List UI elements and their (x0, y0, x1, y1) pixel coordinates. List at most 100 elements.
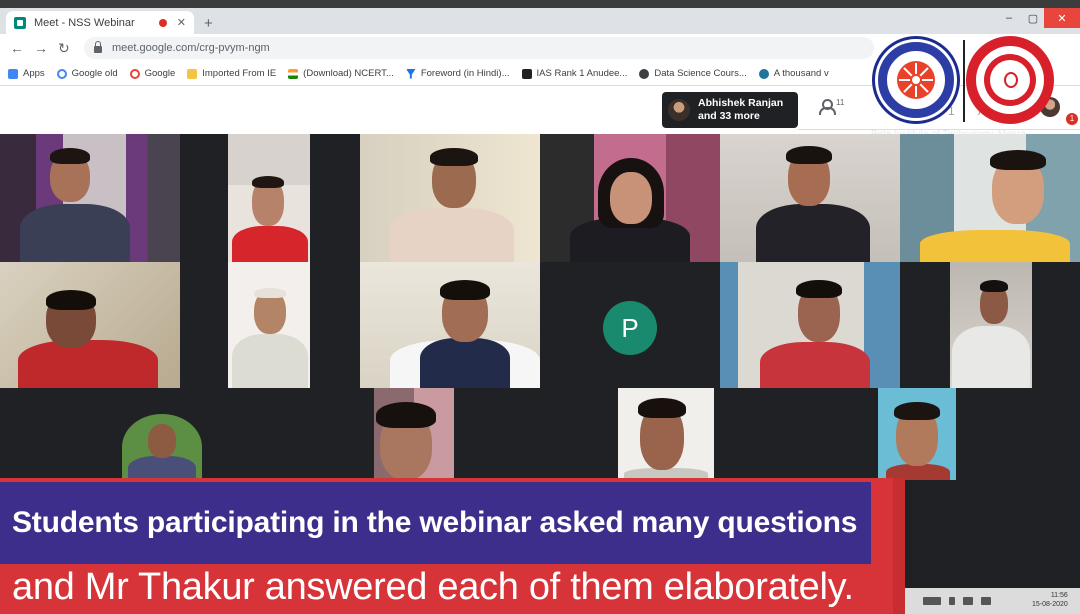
participant-hair (252, 176, 284, 188)
back-button[interactable]: ← (10, 40, 24, 56)
title-strip (0, 0, 1080, 8)
video-tile[interactable] (878, 388, 956, 480)
people-count: 11 (836, 98, 845, 107)
clock-date: 15-08-2020 (1032, 601, 1068, 608)
forward-button[interactable]: → (34, 40, 48, 56)
video-tile[interactable] (618, 388, 714, 480)
close-window-button[interactable]: ✕ (1044, 8, 1080, 28)
india-flag-icon (288, 68, 299, 79)
people-icon[interactable] (818, 99, 836, 115)
video-tile[interactable] (360, 262, 540, 388)
participant-body (232, 334, 308, 388)
volume-icon[interactable] (981, 597, 991, 605)
participant-hair (786, 146, 832, 164)
address-bar[interactable]: meet.google.com/crg-pvym-ngm (84, 37, 874, 59)
bookmark-google[interactable]: Google (129, 68, 176, 79)
bookmark-label: IAS Rank 1 Anudee... (536, 68, 628, 79)
apps-grid-icon (8, 68, 18, 79)
tab-meet[interactable]: Meet - NSS Webinar ✕ (6, 11, 194, 34)
participant-body (390, 208, 514, 262)
reload-button[interactable]: ↻ (58, 40, 70, 56)
participant-vest (420, 338, 510, 388)
new-tab-button[interactable]: + (204, 16, 213, 31)
bookmark-label: Google old (71, 68, 118, 79)
folder-icon (187, 68, 198, 79)
bookmark-label: Data Science Cours... (654, 68, 747, 79)
video-tile[interactable] (228, 134, 310, 262)
video-tile[interactable] (720, 134, 900, 262)
bookmark-foreword[interactable]: Foreword (in Hindi)... (405, 68, 510, 79)
nss-hub (910, 74, 922, 86)
bit-emblem (990, 60, 1030, 100)
tab-close-icon[interactable]: ✕ (177, 16, 186, 29)
bookmark-label: Apps (23, 68, 45, 79)
atom-icon (1004, 72, 1018, 88)
participant-avatar (668, 99, 690, 121)
bookmark-apps[interactable]: Apps (8, 68, 45, 79)
nss-logo (872, 36, 960, 124)
notification-badge: 1 (1066, 113, 1078, 125)
video-tile[interactable] (0, 134, 180, 262)
bookmark-label: (Download) NCERT... (303, 68, 394, 79)
participant-body (128, 456, 196, 480)
lock-icon (94, 41, 102, 53)
video-tile[interactable] (360, 134, 540, 262)
funnel-icon (405, 68, 416, 79)
bookmark-label: Foreword (in Hindi)... (420, 68, 510, 79)
video-tile[interactable] (374, 388, 454, 480)
bookmark-label: Imported From IE (202, 68, 277, 79)
participant-hair (254, 288, 286, 298)
participant-hair (990, 150, 1046, 170)
participant-hair (796, 280, 842, 298)
caption-banner-edge (893, 478, 905, 614)
participant-body (760, 342, 870, 388)
video-tile-avatar[interactable] (122, 414, 202, 480)
video-tile[interactable] (540, 134, 720, 262)
globe-icon (639, 68, 650, 79)
participant-hair (46, 290, 96, 310)
participant-hair (638, 398, 686, 418)
pill-more: and 33 more (698, 110, 760, 122)
participant-hair (894, 402, 940, 420)
video-tile[interactable] (900, 134, 1080, 262)
meet-screenshot: Meet - NSS Webinar ✕ + – ▢ ✕ ← → ↻ meet.… (0, 0, 1080, 614)
bookmark-ias[interactable]: IAS Rank 1 Anudee... (521, 68, 628, 79)
video-tile[interactable] (950, 262, 1032, 388)
bookmark-label: Google (144, 68, 176, 79)
tab-bar: Meet - NSS Webinar ✕ + (0, 8, 1080, 34)
participant-body (952, 326, 1030, 388)
url-text: meet.google.com/crg-pvym-ngm (112, 42, 270, 54)
minimize-button[interactable]: – (996, 8, 1022, 28)
participant-body (18, 340, 158, 388)
nss-wheel-icon (897, 61, 935, 99)
participant-hair (376, 402, 436, 428)
bookmark-label: A thousand v (773, 68, 829, 79)
participant-initial-avatar[interactable]: P (603, 301, 657, 355)
bit-logo (966, 36, 1054, 124)
participants-pill[interactable]: Abhishek Ranjan and 33 more (662, 92, 798, 128)
chevron-up-icon[interactable] (949, 597, 955, 605)
video-tile[interactable] (0, 262, 180, 388)
video-tile[interactable] (720, 262, 900, 388)
participant-body (920, 230, 1070, 262)
participant-hair (430, 148, 478, 166)
bookmark-ncert[interactable]: (Download) NCERT... (288, 68, 394, 79)
clock-time: 11:56 (1050, 592, 1068, 599)
recording-dot-icon (158, 18, 167, 27)
participant-body (232, 226, 308, 262)
network-icon[interactable] (963, 597, 973, 605)
google-icon (56, 68, 67, 79)
wordpress-icon (758, 68, 769, 79)
video-tile[interactable] (228, 262, 310, 388)
bookmark-google-old[interactable]: Google old (56, 68, 118, 79)
bookmark-thousand[interactable]: A thousand v (758, 68, 829, 79)
bookmark-data-science[interactable]: Data Science Cours... (639, 68, 747, 79)
keyboard-icon[interactable] (923, 597, 941, 605)
maximize-button[interactable]: ▢ (1020, 8, 1046, 28)
participant-hair (440, 280, 490, 300)
caption-line-2: and Mr Thakur answered each of them elab… (12, 566, 854, 608)
bookmark-imported-ie[interactable]: Imported From IE (187, 68, 276, 79)
caption-line-1: Students participating in the webinar as… (12, 506, 858, 539)
taskbar-clock[interactable]: 11:56 15-08-2020 (1032, 591, 1068, 609)
participant-head (148, 424, 176, 458)
